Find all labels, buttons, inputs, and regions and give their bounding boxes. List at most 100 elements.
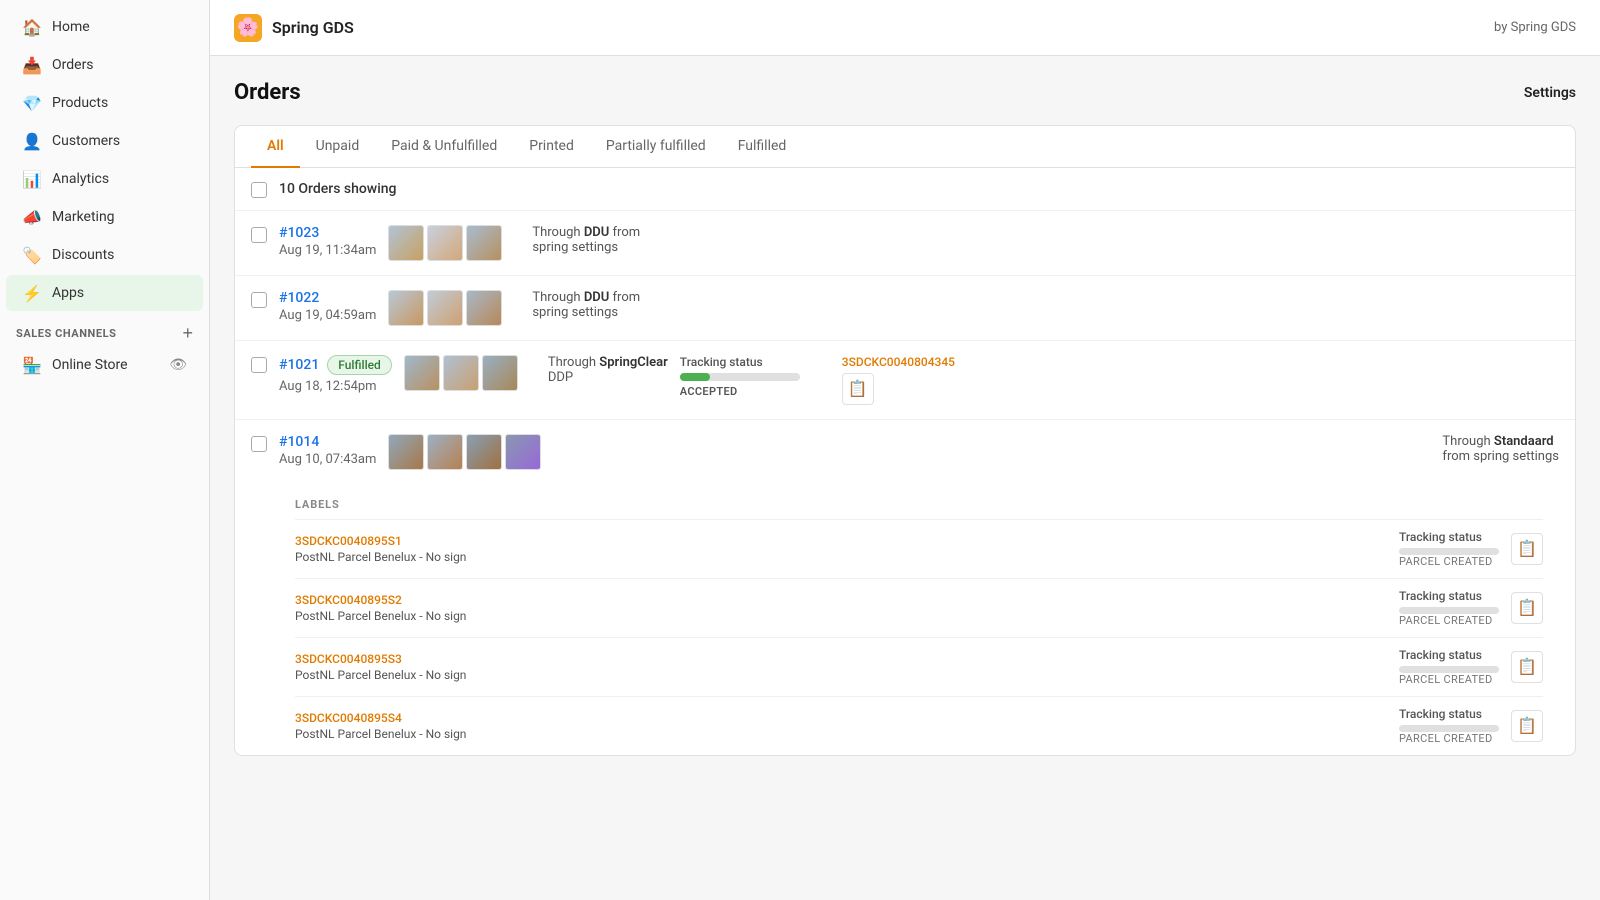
tab-printed[interactable]: Printed [513,126,590,168]
sidebar-item-discounts[interactable]: 🏷️ Discounts [6,237,203,273]
sidebar-item-marketing[interactable]: 📣 Marketing [6,199,203,235]
sidebar-item-label: Orders [52,57,94,73]
add-sales-channel-button[interactable]: + [182,324,193,342]
label-service: PostNL Parcel Benelux - No sign [295,668,495,682]
label-tracking-label: Tracking status [1399,589,1499,603]
sidebar-item-orders[interactable]: 📥 Orders [6,47,203,83]
order-shipping-method: Through SpringClearDDP [548,355,668,385]
copy-label-button[interactable]: 📋 [1511,592,1543,624]
order-shipping-method: Through DDU fromspring settings [532,225,640,255]
tracking-progress-bar [680,373,800,381]
order-shipping-method: Through Standaardfrom spring settings [1442,434,1559,464]
page-title: Orders [234,80,301,105]
marketing-icon: 📣 [22,207,42,227]
tab-partially-fulfilled[interactable]: Partially fulfilled [590,126,722,168]
order-items-thumbnails [388,290,508,326]
label-tracking-label: Tracking status [1399,530,1499,544]
label-tracking-code[interactable]: 3SDCKC0040895S3 [295,652,495,666]
orders-icon: 📥 [22,55,42,75]
label-tracking-section: Tracking status PARCEL CREATED 📋 [1399,530,1543,568]
list-item: 3SDCKC0040895S4 PostNL Parcel Benelux - … [295,696,1543,755]
item-thumbnail [443,355,479,391]
tab-all[interactable]: All [251,126,300,168]
label-tracking-code[interactable]: 3SDCKC0040895S1 [295,534,495,548]
copy-tracking-button[interactable]: 📋 [842,373,874,405]
orders-card: All Unpaid Paid & Unfulfilled Printed Pa… [234,125,1576,756]
label-tracking-bar [1399,725,1499,732]
item-thumbnail [388,434,424,470]
label-tracking-status: PARCEL CREATED [1399,614,1499,627]
order-number[interactable]: #1023 [279,225,376,241]
order-number[interactable]: #1021 [279,357,319,373]
order-checkbox[interactable] [251,227,267,243]
label-service: PostNL Parcel Benelux - No sign [295,727,495,741]
table-row: #1021 Fulfilled Aug 18, 12:54pm Through … [235,341,1575,420]
page-header: Orders Settings [234,80,1576,105]
sidebar-item-label: Marketing [52,209,115,225]
select-all-checkbox[interactable] [251,182,267,198]
tab-fulfilled[interactable]: Fulfilled [722,126,803,168]
label-tracking-section: Tracking status PARCEL CREATED 📋 [1399,589,1543,627]
sales-channels-label: SALES CHANNELS [16,327,116,340]
sidebar-item-products[interactable]: 💎 Products [6,85,203,121]
label-service: PostNL Parcel Benelux - No sign [295,550,495,564]
settings-link[interactable]: Settings [1524,85,1576,101]
order-number[interactable]: #1014 [279,434,376,450]
label-tracking-label: Tracking status [1399,648,1499,662]
sidebar-item-online-store[interactable]: 🏪 Online Store 👁 [6,347,203,383]
sidebar-item-home[interactable]: 🏠 Home [6,9,203,45]
label-tracking-code[interactable]: 3SDCKC0040895S4 [295,711,495,725]
order-items-thumbnails [388,434,548,470]
app-name: Spring GDS [272,18,354,37]
label-tracking-status: PARCEL CREATED [1399,555,1499,568]
item-thumbnail [388,290,424,326]
item-thumbnail [466,434,502,470]
label-tracking-label: Tracking status [1399,707,1499,721]
order-number[interactable]: #1022 [279,290,376,306]
orders-tabs: All Unpaid Paid & Unfulfilled Printed Pa… [235,126,1575,168]
topbar: 🌸 Spring GDS by Spring GDS [210,0,1600,56]
discounts-icon: 🏷️ [22,245,42,265]
order-date: Aug 18, 12:54pm [279,379,392,394]
sidebar-item-analytics[interactable]: 📊 Analytics [6,161,203,197]
tracking-code[interactable]: 3SDCKC0040804345 [842,355,955,369]
order-checkbox[interactable] [251,357,267,373]
copy-label-button[interactable]: 📋 [1511,651,1543,683]
content-area: Orders Settings All Unpaid Paid & Unfulf… [210,56,1600,900]
sidebar-item-label: Analytics [52,171,109,187]
label-tracking-code[interactable]: 3SDCKC0040895S2 [295,593,495,607]
copy-label-button[interactable]: 📋 [1511,533,1543,565]
order-checkbox[interactable] [251,436,267,452]
tab-unpaid[interactable]: Unpaid [300,126,376,168]
orders-count-header: 10 Orders showing [235,168,1575,211]
order-date: Aug 19, 11:34am [279,243,376,258]
sidebar-item-label: Customers [52,133,120,149]
topbar-left: 🌸 Spring GDS [234,14,354,42]
sidebar-item-label: Discounts [52,247,114,263]
sales-channels-header: SALES CHANNELS + [0,312,209,346]
order-checkbox[interactable] [251,292,267,308]
sidebar-item-apps[interactable]: ⚡ Apps [6,275,203,311]
order-date: Aug 10, 07:43am [279,452,376,467]
fulfilled-badge: Fulfilled [327,355,392,375]
list-item: 3SDCKC0040895S3 PostNL Parcel Benelux - … [295,637,1543,696]
label-tracking-bar [1399,666,1499,673]
table-row: #1023 Aug 19, 11:34am Through DDU fromsp… [235,211,1575,276]
online-store-icon: 🏪 [22,355,42,375]
item-thumbnail [482,355,518,391]
analytics-icon: 📊 [22,169,42,189]
item-thumbnail [505,434,541,470]
label-tracking-status: PARCEL CREATED [1399,732,1499,745]
copy-label-button[interactable]: 📋 [1511,710,1543,742]
item-thumbnail [388,225,424,261]
topbar-byline: by Spring GDS [1494,20,1576,35]
label-tracking-bar [1399,607,1499,614]
list-item: 3SDCKC0040895S2 PostNL Parcel Benelux - … [295,578,1543,637]
item-thumbnail [404,355,440,391]
tracking-status-value: ACCEPTED [680,385,830,398]
tab-paid-unfulfilled[interactable]: Paid & Unfulfilled [375,126,513,168]
customers-icon: 👤 [22,131,42,151]
sidebar: 🏠 Home 📥 Orders 💎 Products 👤 Customers 📊… [0,0,210,900]
sidebar-item-customers[interactable]: 👤 Customers [6,123,203,159]
orders-showing-label: 10 Orders showing [279,181,397,197]
